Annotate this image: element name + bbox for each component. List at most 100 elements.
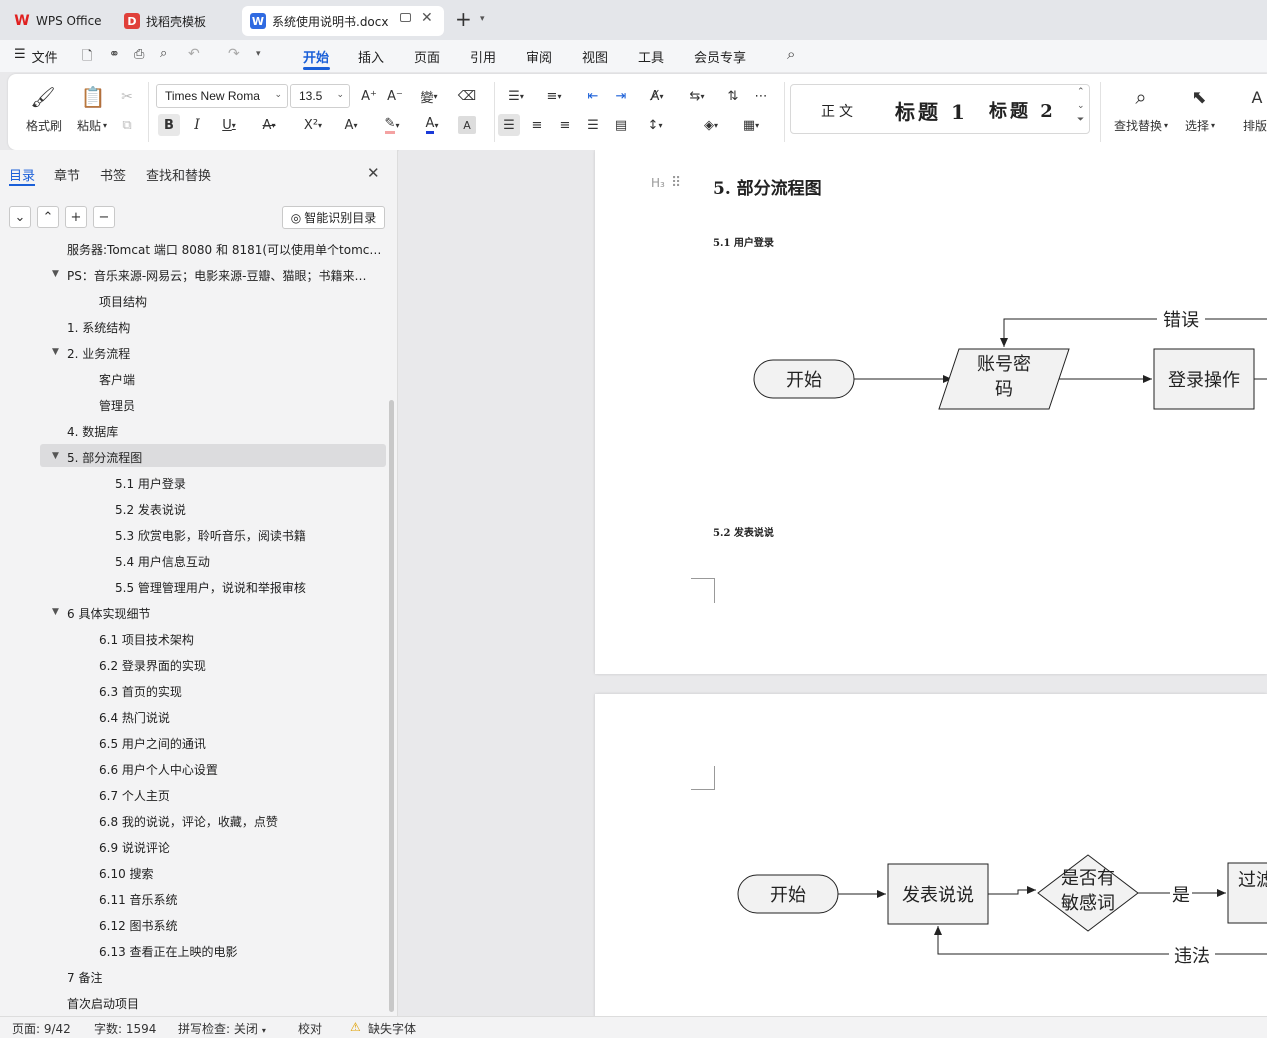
toc-item[interactable]: 6.4 热门说说 xyxy=(99,706,170,728)
gallery-down-icon[interactable]: ⌄ xyxy=(1077,101,1085,111)
tab-document[interactable]: W 系统使用说明书.docx ✕ xyxy=(242,6,444,36)
grow-font-icon[interactable]: A⁺ xyxy=(358,86,380,106)
toc-item[interactable]: 6.6 用户个人中心设置 xyxy=(99,758,218,780)
toc-item[interactable]: 5.2 发表说说 xyxy=(115,498,186,520)
toc-item[interactable]: 7 备注 xyxy=(67,966,102,988)
tab-page[interactable]: 页面 xyxy=(414,47,440,66)
toc-item[interactable]: 2. 业务流程 xyxy=(67,342,130,364)
close-tab-icon[interactable]: ✕ xyxy=(421,10,433,26)
paste-label[interactable]: 粘贴 ▾ xyxy=(70,116,114,134)
status-spellcheck[interactable]: 拼写检查: 关闭 ▾ xyxy=(178,1020,266,1037)
paste-icon[interactable]: 📋 xyxy=(78,84,108,110)
status-missing-font[interactable]: 缺失字体 xyxy=(368,1020,416,1037)
toc-item[interactable]: 6.7 个人主页 xyxy=(99,784,170,806)
tab-wps-office[interactable]: W WPS Office xyxy=(6,6,110,36)
gallery-up-icon[interactable]: ⌃ xyxy=(1077,87,1085,97)
status-proofread[interactable]: 校对 xyxy=(298,1020,322,1037)
text-direction-icon[interactable]: A̸ ▾ xyxy=(642,86,672,106)
text-effect-icon[interactable]: A ▾ xyxy=(336,114,366,136)
decrease-indent-icon[interactable]: ⇤ xyxy=(582,86,604,106)
line-spacing-icon[interactable]: ↕ ▾ xyxy=(640,114,670,136)
toc-item[interactable]: 6.1 项目技术架构 xyxy=(99,628,194,650)
tab-insert[interactable]: 插入 xyxy=(358,47,384,66)
copy-icon[interactable]: ⧉ xyxy=(116,114,138,136)
underline-icon[interactable]: U ▾ xyxy=(214,114,244,136)
shading-icon[interactable]: ◈ ▾ xyxy=(696,114,726,136)
distribute-icon[interactable]: ▤ xyxy=(610,114,632,136)
status-words[interactable]: 字数: 1594 xyxy=(94,1020,156,1037)
bold-icon[interactable]: B xyxy=(158,114,180,136)
sort-icon[interactable]: ⇅ xyxy=(722,86,744,106)
toc-item[interactable]: 5.5 管理管理用户，说说和举报审核 xyxy=(115,576,306,598)
format-painter-icon[interactable]: 🖌 xyxy=(28,84,58,110)
new-tab-plus-icon[interactable]: + xyxy=(455,9,472,29)
toc-item[interactable]: 6.2 登录界面的实现 xyxy=(99,654,206,676)
char-shading-icon[interactable]: A xyxy=(458,116,476,134)
close-pane-icon[interactable]: ✕ xyxy=(367,164,380,182)
toc-item[interactable]: 6.9 说说评论 xyxy=(99,836,170,858)
superscript-icon[interactable]: X² ▾ xyxy=(296,114,330,136)
increase-indent-icon[interactable]: ⇥ xyxy=(610,86,632,106)
toc-item[interactable]: 6.13 查看正在上映的电影 xyxy=(99,940,238,962)
layout-button[interactable]: 排版 xyxy=(1240,116,1267,134)
toc-item[interactable]: 服务器:Tomcat 端口 8080 和 8181(可以使用单个tomc… xyxy=(67,238,383,260)
print-preview-icon[interactable]: ⌕ xyxy=(160,46,167,61)
toc-item[interactable]: 6.12 图书系统 xyxy=(99,914,178,936)
tab-home[interactable]: 开始 xyxy=(303,47,329,66)
expand-all-icon[interactable]: ⌄ xyxy=(9,206,31,228)
align-right-icon[interactable]: ≡ xyxy=(554,114,576,136)
document-page[interactable]: H₃ ⠿ 5. 部分流程图 5.1 用户登录 开始 账号密码 登录操作 错误 5… xyxy=(595,150,1267,674)
toc-item[interactable]: 项目结构 xyxy=(99,290,147,312)
tab-template[interactable]: D 找稻壳模板 xyxy=(116,6,238,36)
phonetic-guide-icon[interactable]: 變 ▾ xyxy=(412,86,446,106)
print-icon[interactable]: ⎙ xyxy=(134,47,144,62)
bullet-list-icon[interactable]: ☰ ▾ xyxy=(502,86,530,106)
style-heading-2[interactable]: 标题 2 xyxy=(989,97,1056,123)
toc-item[interactable]: 5.1 用户登录 xyxy=(115,472,186,494)
add-heading-icon[interactable]: + xyxy=(65,206,87,228)
toc-item[interactable]: 客户端 xyxy=(99,368,135,390)
toc-item[interactable]: 5.3 欣赏电影，聆听音乐，阅读书籍 xyxy=(115,524,306,546)
nav-tab-toc[interactable]: 目录 xyxy=(9,165,35,184)
toc-item-selected[interactable]: 5. 部分流程图 xyxy=(67,446,142,468)
toc-item[interactable]: 6.10 搜索 xyxy=(99,862,154,884)
find-replace-button[interactable]: 查找替换 ▾ xyxy=(1108,116,1174,134)
collapse-all-icon[interactable]: ⌃ xyxy=(37,206,59,228)
toc-item[interactable]: 1. 系统结构 xyxy=(67,316,130,338)
document-page[interactable]: 开始 发表说说 是否有敏感词 是 过滤 违法 xyxy=(595,694,1267,1016)
shrink-font-icon[interactable]: A⁻ xyxy=(384,86,406,106)
tab-review[interactable]: 审阅 xyxy=(526,47,552,66)
undo-icon[interactable]: ↶ xyxy=(188,46,200,62)
clear-format-icon[interactable]: ⌫ xyxy=(456,86,478,106)
tab-tools[interactable]: 工具 xyxy=(638,47,664,66)
font-color-icon[interactable]: A ▾ xyxy=(416,114,448,136)
collapse-triangle-icon[interactable]: ▼ xyxy=(52,451,59,461)
toc-item[interactable]: 管理员 xyxy=(99,394,135,416)
layout-icon[interactable]: A xyxy=(1246,84,1267,110)
tab-references[interactable]: 引用 xyxy=(470,47,496,66)
search-icon[interactable]: ⌕ xyxy=(787,45,795,63)
collapse-triangle-icon[interactable]: ▼ xyxy=(52,607,59,617)
quick-access-more-icon[interactable]: ▾ xyxy=(256,49,261,59)
collapse-triangle-icon[interactable]: ▼ xyxy=(52,269,59,279)
new-doc-icon[interactable]: 🗋 xyxy=(82,47,92,69)
strikethrough-icon[interactable]: A ▾ xyxy=(254,114,284,136)
show-marks-icon[interactable]: ⋯ xyxy=(750,86,772,106)
toc-item[interactable]: PS：音乐来源-网易云；电影来源-豆瓣、猫眼；书籍来… xyxy=(67,264,383,286)
select-button[interactable]: 选择 ▾ xyxy=(1178,116,1222,134)
window-float-icon[interactable] xyxy=(400,13,411,22)
gallery-expand-icon[interactable]: ⏷ xyxy=(1077,115,1084,125)
borders-icon[interactable]: ▦ ▾ xyxy=(736,114,766,136)
remove-heading-icon[interactable]: − xyxy=(93,206,115,228)
tab-view[interactable]: 视图 xyxy=(582,47,608,66)
nav-tab-find-replace[interactable]: 查找和替换 xyxy=(146,165,211,184)
cut-icon[interactable]: ✂ xyxy=(116,86,138,108)
select-cursor-icon[interactable]: ⬉ xyxy=(1184,84,1214,110)
toc-item[interactable]: 6.11 音乐系统 xyxy=(99,888,178,910)
align-left-icon[interactable]: ☰ xyxy=(498,114,520,136)
align-center-icon[interactable]: ≡ xyxy=(526,114,548,136)
find-icon[interactable]: ⌕ xyxy=(1126,84,1156,110)
justify-icon[interactable]: ☰ xyxy=(582,114,604,136)
toc-item[interactable]: 6 具体实现细节 xyxy=(67,602,150,624)
font-family-select[interactable]: Times New Roma ⌄ xyxy=(156,84,288,108)
